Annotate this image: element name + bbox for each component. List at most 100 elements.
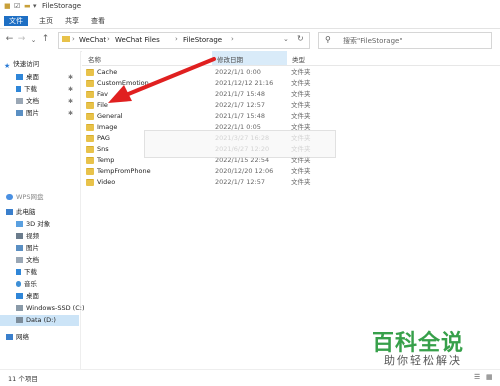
red-arrow-annotation [108,57,216,103]
nav-item-label: 桌面 [26,292,39,300]
pin-icon: ✱ [68,86,74,93]
folder-icon [86,124,94,131]
file-type: 文件夹 [291,112,311,120]
nav-item-drive-c[interactable]: Windows-SSD (C:) [16,303,84,314]
file-name: Sns [97,145,109,153]
nav-item-label: 文档 [26,256,39,264]
nav-item-label: 下载 [24,85,37,93]
document-icon [16,98,23,104]
nav-item-label: 桌面 [26,73,39,81]
breadcrumb-wechat[interactable]: WeChat [79,36,106,44]
file-date: 2021/12/12 21:16 [215,79,274,87]
drive-icon [16,305,23,311]
chevron-down-icon[interactable]: ▾ [33,2,37,10]
folder-icon [86,91,94,98]
pin-icon: ✱ [68,74,74,81]
file-date: 2021/1/7 15:48 [215,90,265,98]
folder-icon [86,102,94,109]
nav-item-downloads[interactable]: 下载 ✱ [16,84,76,95]
search-box[interactable]: ⚲ 搜索"FileStorage" [318,32,492,49]
refresh-icon[interactable]: ↻ [297,34,304,43]
picture-icon [16,245,23,251]
forward-arrow-icon[interactable]: → [16,34,27,44]
nav-item-label: 视频 [26,232,39,240]
folder-icon [86,179,94,186]
folder-icon [86,168,94,175]
pin-icon: ✱ [68,110,74,117]
thumbnail-view-icon[interactable]: ▦ [486,373,493,381]
chevron-right-icon: › [175,35,178,43]
chevron-down-icon[interactable]: ⌄ [283,35,289,43]
music-icon [16,281,21,287]
navigation-pane: ★ 快速访问 桌面 ✱ 下载 ✱ 文档 ✱ 图片 ✱ WPS网盘 此电脑 3D 对… [0,51,84,369]
file-date: 2022/1/7 12:57 [215,178,265,186]
nav-wps-drive[interactable]: WPS网盘 [6,192,43,203]
breadcrumb-wechat-files[interactable]: WeChat Files [115,36,160,44]
file-date: 2021/1/7 15:48 [215,112,265,120]
watermark-subtitle: 助你轻松解决 [384,354,462,367]
computer-icon [6,209,13,215]
properties-icon[interactable]: ☑ [14,2,20,10]
nav-item-videos[interactable]: 视频 [16,231,39,242]
nav-item-label: 下载 [24,268,37,276]
breadcrumb-filestorage[interactable]: FileStorage [183,36,222,44]
file-row[interactable]: TempFromPhone 2020/12/20 12:06 文件夹 [82,166,382,177]
nav-item-drive-d[interactable]: Data (D:) [0,315,79,326]
nav-item-desktop[interactable]: 桌面 ✱ [16,72,76,83]
file-date: 2020/12/20 12:06 [215,167,274,175]
nav-item-desktop-pc[interactable]: 桌面 [16,291,39,302]
tab-view[interactable]: 查看 [86,16,110,26]
nav-item-label: Windows-SSD (C:) [26,304,85,312]
window-title: FileStorage [42,2,82,10]
pin-icon: ✱ [68,98,74,105]
nav-item-pictures-pc[interactable]: 图片 [16,243,39,254]
tab-share[interactable]: 共享 [60,16,84,26]
chevron-right-icon: › [72,35,75,43]
nav-item-documents-pc[interactable]: 文档 [16,255,39,266]
nav-item-pictures[interactable]: 图片 ✱ [16,108,76,119]
search-placeholder: 搜索"FileStorage" [343,37,403,45]
folder-icon [86,69,94,76]
back-arrow-icon[interactable]: ← [4,34,15,44]
address-row: ← → ⌄ ↑ › WeChat › WeChat Files › FileSt… [0,29,500,52]
star-icon: ★ [4,62,11,70]
header-type[interactable]: 类型 [292,54,305,64]
nav-item-label: 图片 [26,109,39,117]
header-date[interactable]: 修改日期 [217,54,243,64]
file-type: 文件夹 [291,167,311,175]
folder-icon [62,36,70,42]
nav-item-documents[interactable]: 文档 ✱ [16,96,76,107]
document-icon [16,257,23,263]
nav-item-downloads-pc[interactable]: 下载 [16,267,37,278]
file-row[interactable]: Video 2022/1/7 12:57 文件夹 [82,177,382,188]
address-bar[interactable]: › WeChat › WeChat Files › FileStorage › … [58,32,310,49]
nav-network[interactable]: 网络 [6,332,29,343]
folder-icon [86,135,94,142]
nav-item-label: 3D 对象 [26,220,51,228]
nav-network-label: 网络 [16,333,29,341]
tab-home[interactable]: 主页 [34,16,58,26]
details-view-icon[interactable]: ☰ [474,373,480,381]
tooltip [144,130,336,158]
nav-item-label: 文档 [26,97,39,105]
picture-icon [16,110,23,116]
desktop-icon [16,74,23,80]
nav-item-music[interactable]: 音乐 [16,279,37,290]
nav-item-3d-objects[interactable]: 3D 对象 [16,219,50,230]
video-icon [16,233,23,239]
download-icon [16,86,21,92]
file-name: TempFromPhone [97,167,151,175]
folder-icon [86,113,94,120]
nav-item-label: 音乐 [24,280,37,288]
nav-this-pc[interactable]: 此电脑 [6,207,36,218]
new-folder-icon[interactable]: ▬ [24,2,31,10]
file-name: PAG [97,134,110,142]
nav-quick-access[interactable]: ★ 快速访问 [4,59,39,70]
download-icon [16,269,21,275]
recent-chevron-icon[interactable]: ⌄ [28,36,39,44]
up-arrow-icon[interactable]: ↑ [40,34,51,44]
file-type: 文件夹 [291,101,311,109]
network-icon [6,334,13,340]
folder-icon [86,157,94,164]
tab-file[interactable]: 文件 [4,16,28,26]
